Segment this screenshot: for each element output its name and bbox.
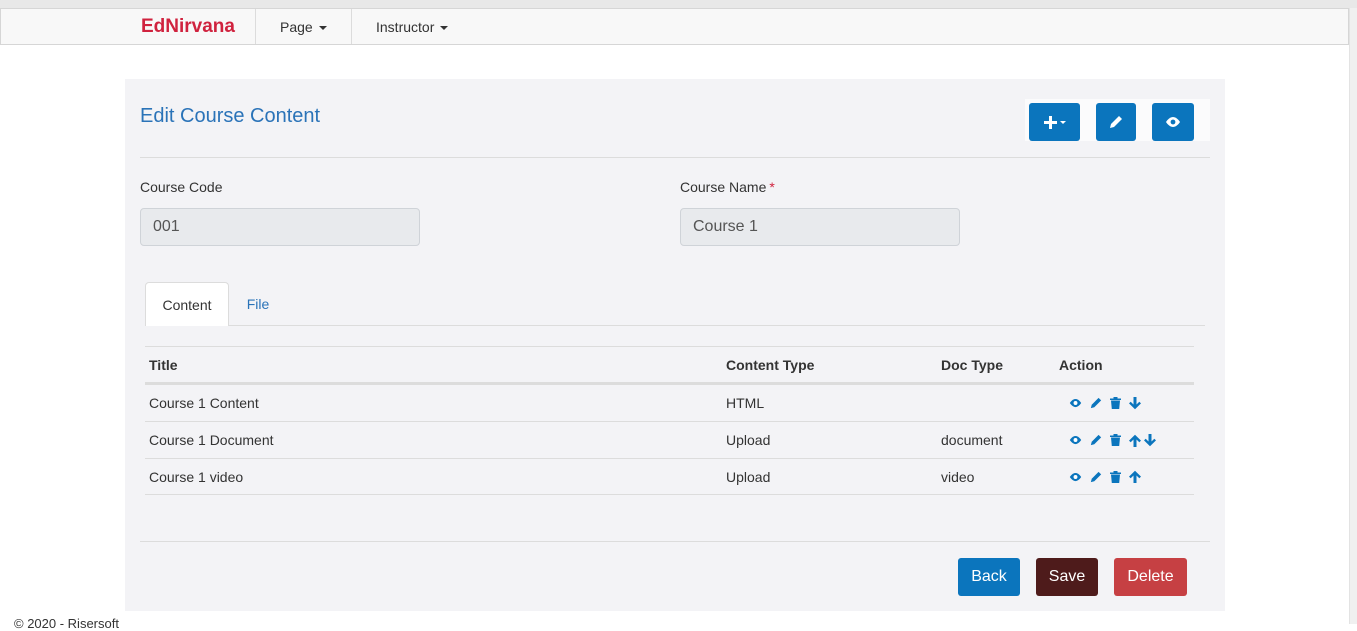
browser-top-strip	[0, 0, 1357, 8]
trash-icon[interactable]	[1110, 434, 1121, 446]
arrow-down-icon[interactable]	[1129, 396, 1141, 410]
save-button[interactable]: Save	[1036, 558, 1098, 596]
trash-icon[interactable]	[1110, 470, 1121, 483]
tab-content[interactable]: Content	[145, 282, 229, 326]
column-header-action: Action	[1059, 356, 1103, 373]
header-divider	[140, 157, 1210, 158]
row-title: Course 1 Content	[149, 395, 259, 411]
pencil-icon[interactable]	[1090, 397, 1102, 409]
edit-course-button[interactable]	[1096, 103, 1136, 141]
page-scrollbar[interactable]	[1349, 8, 1357, 624]
table-row: Course 1 Document Upload document	[145, 421, 1194, 458]
view-course-button[interactable]	[1152, 103, 1194, 141]
row-doc-type: document	[941, 432, 1003, 448]
pencil-icon[interactable]	[1090, 471, 1102, 483]
add-content-button[interactable]	[1029, 103, 1080, 141]
column-header-title: Title	[149, 356, 178, 373]
arrow-down-icon[interactable]	[1144, 433, 1156, 447]
caret-down-icon	[1059, 120, 1066, 124]
row-content-type: Upload	[726, 468, 771, 485]
row-content-type: Upload	[726, 432, 771, 448]
course-code-field[interactable]: 001	[140, 208, 420, 246]
back-button[interactable]: Back	[958, 558, 1020, 596]
nav-menu-page-label: Page	[280, 18, 313, 35]
caret-down-icon	[440, 25, 449, 30]
column-header-content-type: Content Type	[726, 356, 815, 373]
required-marker: *	[769, 179, 775, 195]
brand-logo[interactable]: EdNirvana	[141, 16, 235, 38]
edit-course-panel: Edit Course Content Course Code Course N…	[125, 79, 1225, 611]
course-code-label: Course Code	[140, 179, 223, 195]
pencil-icon[interactable]	[1090, 434, 1102, 446]
top-navbar: EdNirvana Page Instructor	[0, 8, 1349, 45]
trash-icon[interactable]	[1110, 397, 1121, 409]
arrow-up-icon[interactable]	[1129, 434, 1141, 447]
nav-menu-instructor-label: Instructor	[376, 18, 435, 35]
eye-icon	[1166, 117, 1180, 127]
row-title: Course 1 video	[149, 468, 244, 485]
footer-divider	[140, 541, 1210, 542]
page-title: Edit Course Content	[140, 105, 321, 127]
delete-button[interactable]: Delete	[1114, 558, 1187, 596]
row-doc-type: video	[941, 468, 975, 485]
eye-icon[interactable]	[1069, 472, 1082, 482]
nav-menu-instructor[interactable]: Instructor	[351, 9, 481, 44]
course-name-field[interactable]: Course 1	[680, 208, 960, 246]
row-content-type: HTML	[726, 395, 765, 411]
row-actions	[1069, 422, 1156, 458]
arrow-up-icon[interactable]	[1129, 470, 1141, 483]
table-row: Course 1 video Upload video	[145, 458, 1194, 495]
table-row: Course 1 Content HTML	[145, 384, 1194, 421]
tabs-divider	[145, 325, 1205, 326]
row-title: Course 1 Document	[149, 432, 274, 448]
tab-file[interactable]: File	[233, 282, 283, 326]
row-actions	[1069, 385, 1141, 421]
course-name-label: Course Name *	[680, 179, 775, 195]
row-actions	[1069, 459, 1141, 494]
table-header-row: Title Content Type Doc Type Action	[145, 346, 1194, 384]
plus-icon	[1043, 115, 1057, 129]
eye-icon[interactable]	[1069, 398, 1082, 408]
nav-menu-page[interactable]: Page	[255, 9, 352, 44]
caret-down-icon	[318, 25, 327, 30]
content-table: Title Content Type Doc Type Action Cours…	[145, 346, 1194, 495]
pencil-icon	[1110, 116, 1122, 128]
column-header-doc-type: Doc Type	[941, 356, 1003, 373]
eye-icon[interactable]	[1069, 435, 1082, 445]
